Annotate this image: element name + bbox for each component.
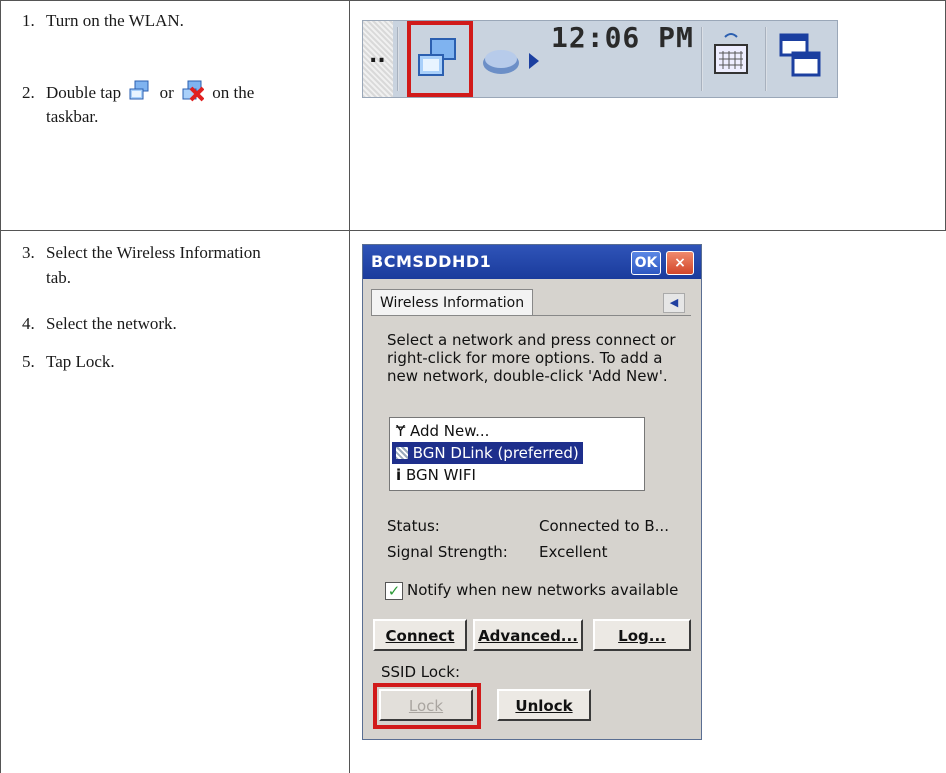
signal-label: Signal Strength: — [387, 543, 508, 561]
step-5: 5. Tap Lock. — [22, 351, 115, 373]
step-number: 3. — [22, 243, 35, 262]
step-text: Double tap — [46, 83, 122, 102]
status-value: Connected to B... — [539, 517, 669, 535]
signal-icon: i — [396, 466, 402, 484]
step-number: 5. — [22, 352, 35, 371]
taskbar-separator — [701, 27, 703, 91]
step-text: or — [159, 83, 174, 102]
ok-button[interactable]: OK — [631, 251, 661, 275]
tab-scroll-left-icon[interactable]: ◀ — [663, 293, 685, 313]
taskbar-clock[interactable]: 12:06 PM — [551, 21, 694, 97]
highlight-lock-button — [373, 683, 481, 729]
network-label: Add New... — [409, 422, 490, 440]
antenna-icon: Ɏ — [396, 422, 406, 440]
dialog-description: Select a network and press connect or ri… — [387, 331, 676, 385]
list-item[interactable]: i BGN WIFI — [392, 464, 480, 486]
step-3: 3. Select the Wireless Information tab. — [22, 242, 261, 289]
taskbar-separator — [765, 27, 767, 91]
list-item[interactable]: Ɏ Add New... — [392, 420, 493, 442]
table-border-left — [0, 0, 1, 773]
dialog-title: BCMSDDHD1 — [371, 252, 492, 271]
windows-switch-icon[interactable] — [779, 33, 823, 86]
step-text: Select the Wireless Information — [46, 243, 261, 262]
step-number: 2. — [22, 83, 35, 102]
taskbar-separator — [397, 27, 399, 91]
overflow-label: .. — [369, 43, 386, 68]
step-text: Tap Lock. — [46, 352, 115, 371]
step-1: 1. Turn on the WLAN. — [22, 10, 184, 32]
network-list[interactable]: Ɏ Add New... BGN DLink (preferred) i BGN… — [389, 417, 645, 491]
keyboard-icon[interactable] — [711, 31, 751, 90]
wlan-disconnected-icon — [182, 80, 205, 102]
step-4: 4. Select the network. — [22, 313, 177, 335]
taskbar: .. 12:06 PM — [362, 20, 838, 98]
step-number: 1. — [22, 11, 35, 30]
step-number: 4. — [22, 314, 35, 333]
ssid-lock-label: SSID Lock: — [381, 663, 461, 681]
step-2: 2. Double tap or on the taskbar. — [22, 80, 254, 128]
step-text: taskbar. — [46, 107, 99, 126]
taskbar-overflow[interactable]: .. — [363, 21, 393, 97]
step-text: tab. — [46, 268, 72, 287]
wlan-connected-icon — [129, 80, 151, 102]
network-label: BGN WIFI — [405, 466, 476, 484]
network-label: BGN DLink (preferred) — [412, 444, 579, 462]
connect-button[interactable]: Connect — [373, 619, 467, 651]
sync-icon[interactable] — [479, 41, 545, 86]
notify-label: Notify when new networks available — [407, 581, 679, 599]
dialog-titlebar: BCMSDDHD1 OK × — [363, 245, 701, 279]
notify-checkbox[interactable]: ✓ — [385, 582, 403, 600]
table-border-top — [0, 0, 946, 1]
table-column-divider — [349, 0, 350, 773]
list-item[interactable]: BGN DLink (preferred) — [392, 442, 583, 464]
wireless-dialog: BCMSDDHD1 OK × Wireless Information ◀ Se… — [362, 244, 702, 740]
step-text: Turn on the WLAN. — [46, 11, 184, 30]
advanced-button[interactable]: Advanced... — [473, 619, 583, 651]
tab-wireless-information[interactable]: Wireless Information — [371, 289, 534, 316]
log-button[interactable]: Log... — [593, 619, 691, 651]
step-text: Select the network. — [46, 314, 177, 333]
close-button[interactable]: × — [666, 251, 694, 275]
table-row-divider — [0, 230, 946, 231]
step-text: on the — [212, 83, 255, 102]
highlight-wlan-icon — [407, 21, 473, 97]
unlock-button[interactable]: Unlock — [497, 689, 591, 721]
signal-value: Excellent — [539, 543, 608, 561]
network-icon — [396, 447, 408, 459]
status-label: Status: — [387, 517, 440, 535]
